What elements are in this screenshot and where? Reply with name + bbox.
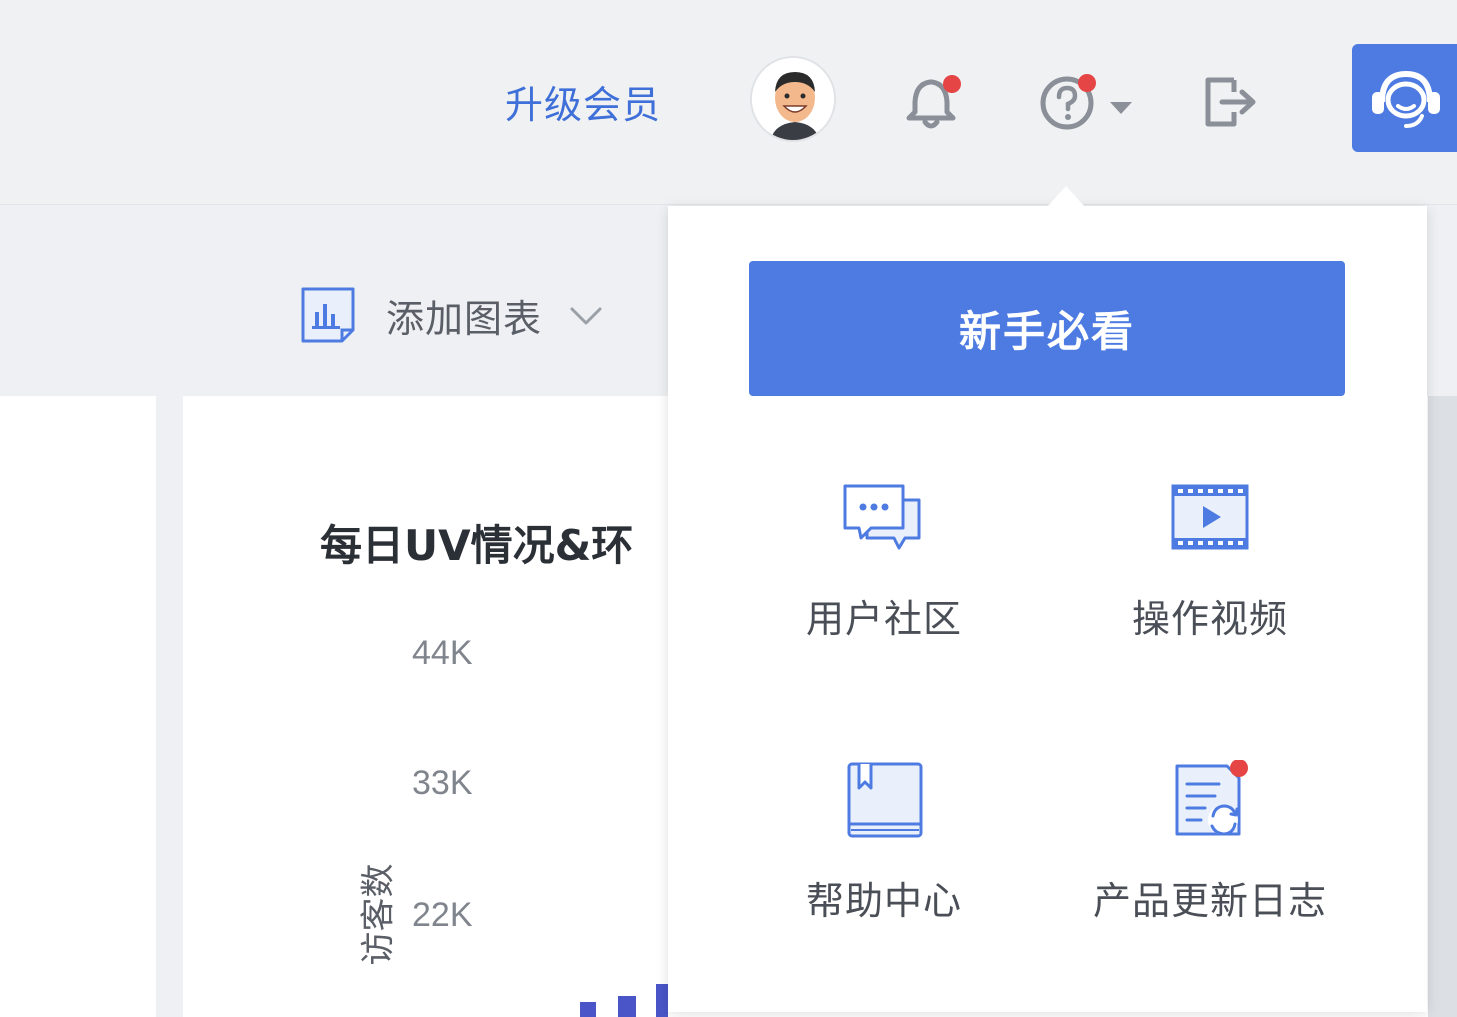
book-icon: [847, 762, 923, 838]
top-header: 升级会员: [0, 0, 1457, 205]
y-tick-label: 44K: [412, 634, 473, 672]
chevron-down-icon: [570, 307, 602, 325]
y-tick-label: 33K: [412, 764, 473, 802]
chart-bar: [618, 996, 636, 1017]
upgrade-member-link[interactable]: 升级会员: [505, 74, 661, 129]
help-dropdown-menu: 新手必看 用户社区 操作视频 帮助中心 产品更新日志: [668, 206, 1427, 1012]
bar-chart-icon: [301, 287, 355, 343]
y-tick-label: 22K: [412, 896, 473, 934]
user-avatar[interactable]: [750, 56, 836, 142]
chart-bar: [656, 984, 668, 1017]
chart-bar: [580, 1002, 596, 1017]
add-chart-button[interactable]: 添加图表: [300, 286, 606, 344]
right-panel-edge: [1428, 396, 1457, 1017]
menu-item-label: 帮助中心: [805, 879, 962, 923]
logout-icon[interactable]: [1200, 76, 1260, 128]
avatar-image: [752, 58, 834, 140]
menu-item-product-changelog[interactable]: 产品更新日志: [1060, 760, 1360, 980]
changelog-icon: [1175, 760, 1248, 836]
y-axis-label: 访客数: [358, 863, 399, 966]
help-menu-icon[interactable]: [1038, 72, 1138, 132]
dropdown-caret: [1046, 186, 1086, 208]
add-chart-label: 添加图表: [386, 296, 543, 341]
menu-item-user-community[interactable]: 用户社区: [734, 478, 1034, 698]
video-icon: [1171, 484, 1249, 550]
left-panel: [0, 396, 156, 1017]
customer-service-button[interactable]: [1352, 44, 1457, 152]
customer-service-icon: [1372, 70, 1440, 128]
menu-item-label: 操作视频: [1131, 597, 1288, 641]
notification-bell-icon[interactable]: [902, 70, 962, 132]
menu-item-label: 产品更新日志: [1092, 879, 1327, 923]
menu-item-label: 用户社区: [805, 597, 962, 641]
menu-item-help-center[interactable]: 帮助中心: [734, 760, 1034, 980]
beginner-guide-button[interactable]: 新手必看: [749, 261, 1345, 396]
chat-bubbles-icon: [843, 484, 921, 550]
chart-title: 每日UV情况&环: [320, 521, 634, 570]
menu-item-operation-videos[interactable]: 操作视频: [1060, 478, 1360, 698]
